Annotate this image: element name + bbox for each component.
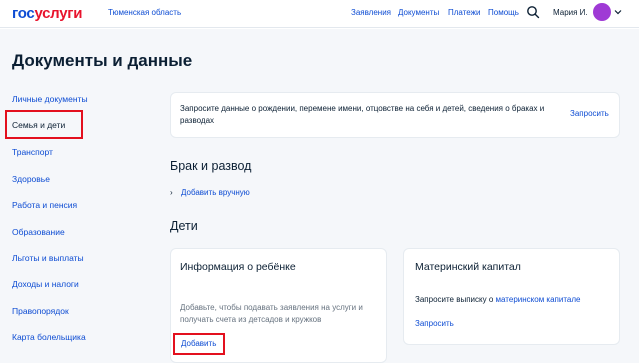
maternity-capital-text: Запросите выписку о материнском капитале [415,294,615,306]
logo-part-gos: гос [12,5,35,22]
chevron-down-icon[interactable] [614,8,622,16]
add-manually-label: Добавить вручную [181,188,250,197]
marriage-section-title: Брак и развод [170,159,252,173]
sidebar-item-personal-documents[interactable]: Личные документы [12,94,88,104]
nav-payments[interactable]: Платежи [448,8,480,17]
sidebar-item-income-taxes[interactable]: Доходы и налоги [12,279,79,289]
search-icon[interactable] [526,5,540,19]
sidebar-item-fan-card[interactable]: Карта болельщика [12,332,86,342]
request-data-button[interactable]: Запросить [570,109,609,118]
maternity-capital-link[interactable]: материнском капитале [496,295,581,304]
maternity-capital-request-button[interactable]: Запросить [415,319,454,328]
nav-help[interactable]: Помощь [488,8,519,17]
logo-part-uslugi: услуги [34,5,83,22]
child-info-text: Добавьте, чтобы подавать заявления на ус… [180,303,363,324]
nav-applications[interactable]: Заявления [351,8,391,17]
nav-documents[interactable]: Документы [398,8,439,17]
top-header: госуслуги Тюменская область Заявления До… [0,0,639,28]
add-manually-link[interactable]: › Добавить вручную [170,188,250,197]
sidebar-item-benefits[interactable]: Льготы и выплаты [12,253,84,263]
sidebar-item-law[interactable]: Правопорядок [12,306,69,316]
child-info-title: Информация о ребёнке [180,261,296,273]
sidebar-item-work-pension[interactable]: Работа и пенсия [12,200,77,210]
chevron-right-icon: › [170,188,173,197]
family-children-highlight-box [5,110,83,139]
sidebar-item-education[interactable]: Образование [12,227,65,237]
page-title: Документы и данные [12,51,193,70]
user-name[interactable]: Мария И. [553,8,588,17]
region-selector[interactable]: Тюменская область [108,8,181,17]
avatar[interactable] [593,3,611,21]
request-data-text: Запросите данные о рождении, перемене им… [180,104,545,125]
children-section-title: Дети [170,219,198,233]
sidebar-item-health[interactable]: Здоровье [12,174,50,184]
add-child-highlight-box [173,333,225,355]
maternity-capital-title: Материнский капитал [415,261,521,273]
maternity-capital-text-before: Запросите выписку о [415,295,496,304]
gosuslugi-logo[interactable]: госуслуги [12,5,82,22]
sidebar-item-transport[interactable]: Транспорт [12,147,53,157]
